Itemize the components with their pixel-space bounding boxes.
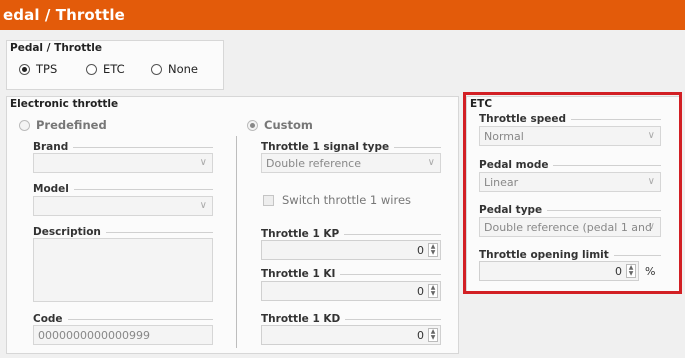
pedal-mode-label: Pedal mode: [479, 159, 661, 171]
radio-dot: [247, 119, 258, 131]
radio-none-label: None: [168, 62, 199, 76]
radio-tps-label: TPS: [36, 62, 58, 76]
description-textarea[interactable]: [33, 238, 213, 302]
etc-title: ETC: [470, 98, 493, 110]
ki-value: 0: [417, 285, 424, 298]
kp-spinbox[interactable]: 0 ▲ ▼: [261, 240, 441, 260]
brand-label: Brand: [33, 141, 213, 153]
signal-type-label-text: Throttle 1 signal type: [261, 141, 390, 153]
code-field[interactable]: 0000000000000999: [33, 325, 213, 345]
pedal-type-select[interactable]: Double reference (pedal 1 and ∨: [479, 217, 661, 237]
kp-label: Throttle 1 KP: [261, 228, 441, 240]
ki-label-text: Throttle 1 KI: [261, 268, 336, 280]
spin-arrows-icon[interactable]: ▲ ▼: [428, 284, 438, 298]
radio-custom-label: Custom: [264, 118, 313, 132]
description-label: Description: [33, 226, 213, 238]
group-line: [547, 209, 661, 211]
opening-limit-unit: %: [645, 265, 656, 278]
brand-select[interactable]: ∨: [33, 153, 213, 173]
throttle-speed-value: Normal: [484, 129, 524, 143]
switch-wires-checkbox[interactable]: Switch throttle 1 wires: [263, 193, 411, 207]
pedal-mode-value: Linear: [484, 175, 519, 189]
kp-value: 0: [417, 244, 424, 257]
pedal-type-value: Double reference (pedal 1 and: [484, 220, 653, 234]
signal-type-select[interactable]: Double reference ∨: [261, 153, 441, 173]
group-line: [394, 146, 441, 148]
chevron-down-icon: ∨: [647, 221, 655, 232]
radio-dot: [86, 63, 97, 75]
ki-spinbox[interactable]: 0 ▲ ▼: [261, 281, 441, 301]
chevron-down-icon: ∨: [647, 176, 655, 187]
brand-label-text: Brand: [33, 141, 69, 153]
description-label-text: Description: [33, 226, 101, 238]
spin-arrows-icon[interactable]: ▲ ▼: [626, 264, 636, 278]
pedal-mode-select[interactable]: Linear ∨: [479, 172, 661, 192]
group-line: [73, 146, 213, 148]
model-label: Model: [33, 183, 213, 195]
group-line: [344, 233, 441, 235]
group-line: [73, 188, 213, 190]
electronic-throttle-title: Electronic throttle: [10, 98, 119, 110]
switch-wires-label: Switch throttle 1 wires: [282, 193, 412, 207]
group-line: [105, 231, 213, 233]
pedal-type-label-text: Pedal type: [479, 204, 543, 216]
radio-dot: [151, 63, 162, 75]
spin-arrows-icon[interactable]: ▲ ▼: [428, 243, 438, 257]
radio-none[interactable]: None: [151, 62, 198, 76]
kd-label: Throttle 1 KD: [261, 313, 441, 325]
opening-limit-spinbox[interactable]: 0 ▲ ▼: [479, 261, 639, 281]
radio-tps[interactable]: TPS: [19, 62, 57, 76]
throttle-speed-label: Throttle speed: [479, 113, 661, 125]
group-line: [67, 318, 213, 320]
group-line: [553, 164, 661, 166]
code-label: Code: [33, 313, 213, 325]
kd-value: 0: [417, 329, 424, 342]
radio-predefined[interactable]: Predefined: [19, 118, 107, 132]
group-line: [570, 118, 661, 120]
chevron-down-icon: ∨: [647, 130, 655, 141]
radio-predefined-label: Predefined: [36, 118, 107, 132]
model-select[interactable]: ∨: [33, 196, 213, 216]
spin-arrows-icon[interactable]: ▲ ▼: [428, 328, 438, 342]
radio-custom[interactable]: Custom: [247, 118, 313, 132]
chevron-down-icon: ∨: [427, 157, 435, 168]
opening-limit-label-text: Throttle opening limit: [479, 249, 609, 261]
chevron-down-icon: ∨: [199, 157, 207, 168]
title-bar: edal / Throttle: [0, 0, 685, 30]
radio-etc-label: ETC: [103, 62, 125, 76]
group-line: [340, 273, 441, 275]
throttle-speed-select[interactable]: Normal ∨: [479, 126, 661, 146]
pedal-type-label: Pedal type: [479, 204, 661, 216]
pedal-throttle-title: Pedal / Throttle: [10, 42, 102, 54]
opening-limit-label: Throttle opening limit: [479, 249, 661, 261]
kp-label-text: Throttle 1 KP: [261, 228, 340, 240]
code-value: 0000000000000999: [38, 328, 150, 342]
radio-dot: [19, 119, 30, 131]
radio-dot: [19, 63, 30, 75]
group-line: [345, 318, 441, 320]
opening-limit-value: 0: [615, 265, 622, 278]
model-label-text: Model: [33, 183, 69, 195]
signal-type-value: Double reference: [266, 156, 361, 170]
throttle-speed-label-text: Throttle speed: [479, 113, 566, 125]
pedal-mode-label-text: Pedal mode: [479, 159, 549, 171]
chevron-down-icon: ∨: [199, 200, 207, 211]
radio-etc[interactable]: ETC: [86, 62, 125, 76]
checkbox-box: [263, 194, 274, 206]
group-line: [613, 254, 661, 256]
ki-label: Throttle 1 KI: [261, 268, 441, 280]
kd-spinbox[interactable]: 0 ▲ ▼: [261, 325, 441, 345]
column-divider: [236, 136, 237, 348]
signal-type-label: Throttle 1 signal type: [261, 141, 441, 153]
kd-label-text: Throttle 1 KD: [261, 313, 341, 325]
page-title: edal / Throttle: [3, 6, 125, 24]
code-label-text: Code: [33, 313, 63, 325]
